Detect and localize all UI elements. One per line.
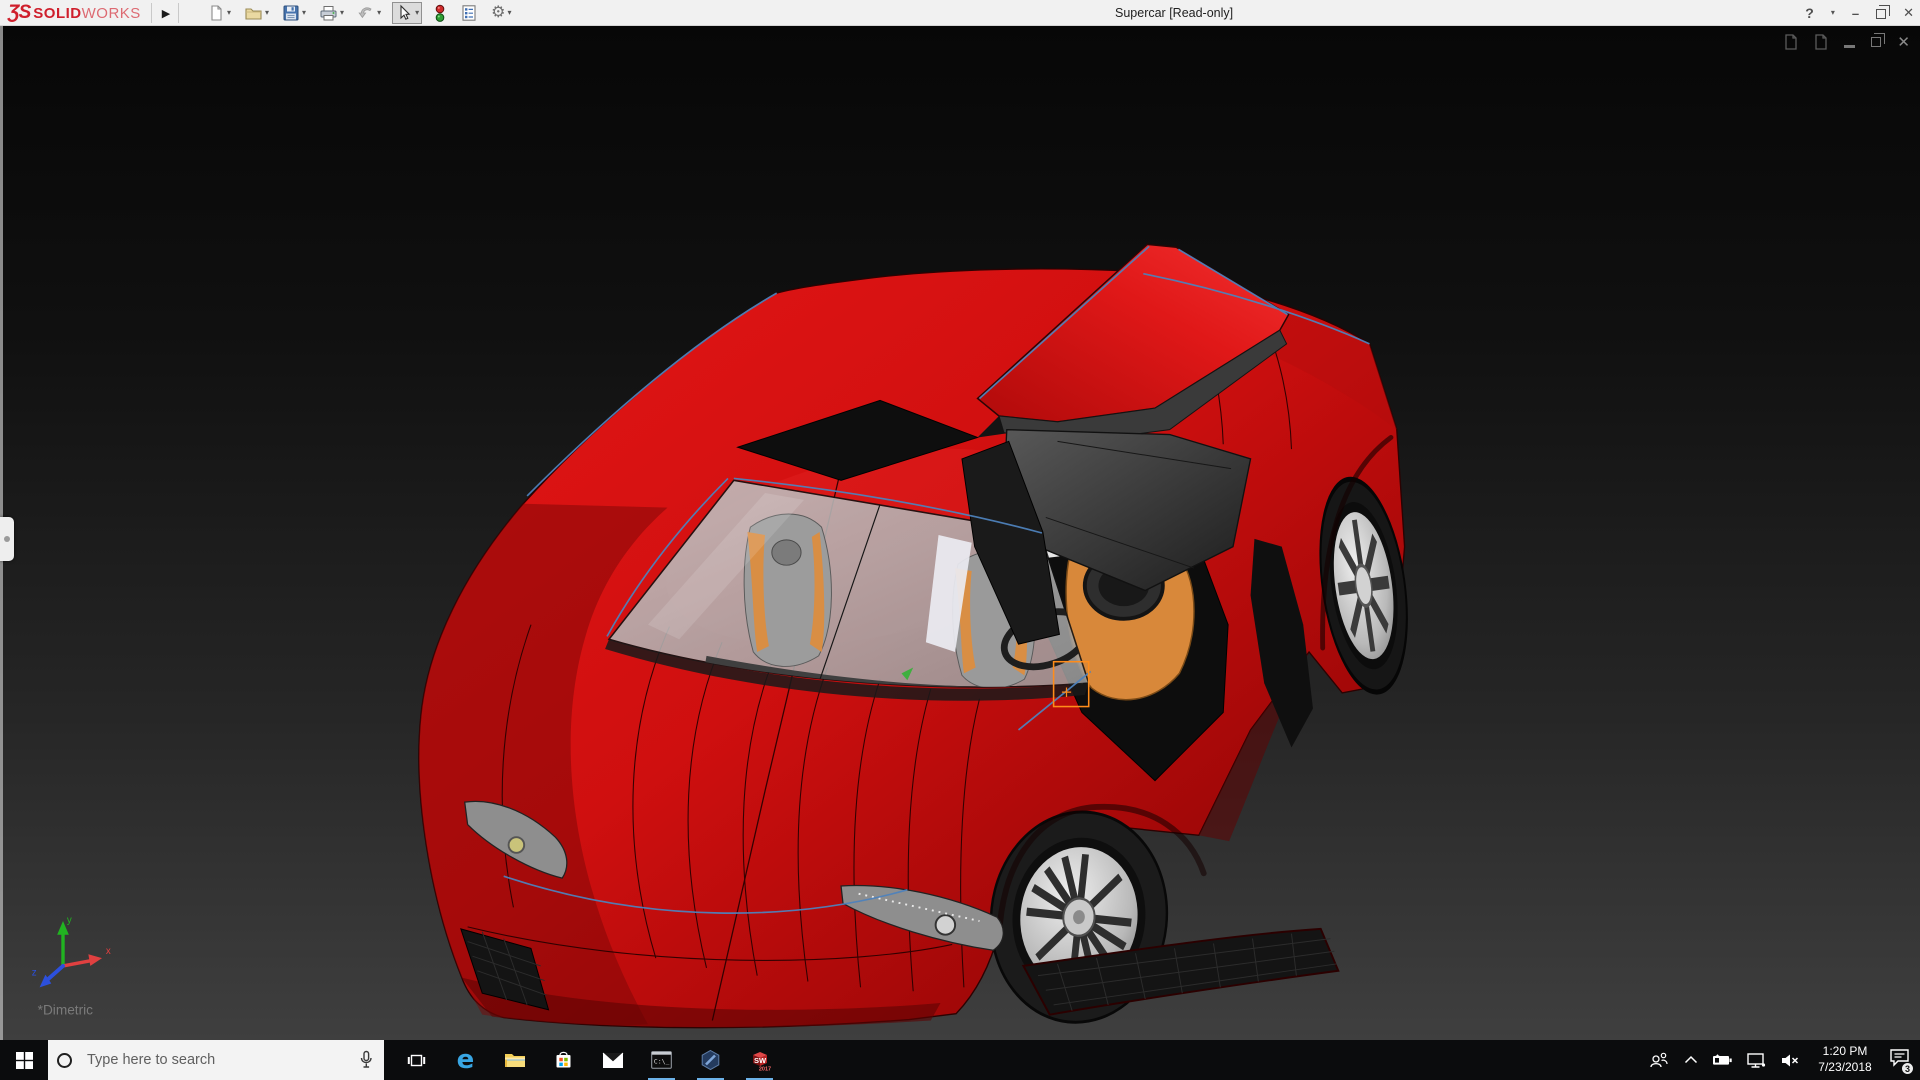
new-document-icon [207,4,225,22]
undo-icon [357,4,375,22]
command-prompt-icon: C:\_ [651,1051,672,1069]
open-button[interactable]: ▾ [242,2,271,24]
minimize-button[interactable]: – [1852,0,1859,26]
microsoft-store-icon [554,1050,573,1070]
dropdown-arrow[interactable]: ▾ [377,9,381,17]
solidworks-logo-light: WORKS [82,5,141,22]
cortana-icon [57,1053,72,1068]
toolbar-divider [151,3,152,23]
undo-button[interactable]: ▾ [355,2,383,24]
document-window-controls: ✕ [1784,34,1910,50]
headlight-right-lamp [936,915,956,935]
people-icon[interactable] [1648,1051,1670,1069]
volume-muted-icon[interactable] [1780,1052,1801,1069]
close-button[interactable]: ✕ [1903,0,1914,26]
restore-button[interactable] [1876,9,1886,19]
task-view-button[interactable] [392,1040,441,1080]
triad-z-label: z [32,968,37,979]
taskbar-edrawings-button[interactable] [686,1040,735,1080]
headlight-left-lamp [509,837,525,853]
search-input[interactable]: Type here to search [48,1040,384,1080]
print-icon [319,4,338,22]
chevron-up-icon[interactable] [1683,1052,1699,1068]
clock-date: 7/23/2018 [1814,1060,1876,1076]
file-properties-button[interactable] [458,2,480,24]
menu-flyout-button[interactable]: ▶ [157,0,175,26]
rebuild-traffic-light-icon [433,4,447,23]
triad-y-label: y [67,915,72,926]
edge-icon: e [457,1047,475,1073]
new-document-button[interactable]: ▾ [205,2,233,24]
file-explorer-icon [504,1051,526,1069]
selection-crosshair: + [1060,684,1072,701]
orientation-triad: x y z [32,915,111,987]
taskbar-file-explorer-button[interactable] [490,1040,539,1080]
panel-tab-knob [4,536,10,542]
edrawings-hexagon-icon [700,1049,721,1071]
solidworks-logo-mark: ƷS [8,2,30,24]
rebuild-button[interactable] [431,2,449,24]
action-center-button[interactable]: 3 [1889,1048,1910,1072]
task-view-icon [407,1051,426,1070]
solidworks-logo: ƷS SOLID WORKS [8,0,141,26]
car-model-supercar[interactable]: + x y z *Dimetric [0,26,1920,1040]
dropdown-arrow[interactable]: ▾ [415,9,419,17]
clock-time: 1:20 PM [1814,1044,1876,1060]
title-bar: ƷS SOLID WORKS ▶ ▾ ▾ [0,0,1920,26]
taskbar-clock[interactable]: 1:20 PM 7/23/2018 [1814,1044,1876,1075]
gear-icon: ⚙ [491,5,505,21]
start-button[interactable] [0,1040,48,1080]
windows-logo-icon [16,1052,33,1069]
save-icon [282,4,300,22]
network-icon[interactable] [1746,1052,1767,1069]
dropdown-arrow[interactable]: ▾ [302,9,306,17]
document-restore-button[interactable] [1871,37,1881,47]
svg-text:C:\_: C:\_ [654,1058,670,1066]
mail-icon [602,1052,624,1069]
view-orientation-label: *Dimetric [38,1003,94,1018]
dropdown-arrow[interactable]: ▾ [265,9,269,17]
help-dropdown-arrow[interactable]: ▾ [1831,9,1835,17]
document-minimize-button[interactable] [1844,45,1855,48]
print-button[interactable]: ▾ [317,2,346,24]
window-title: Supercar [Read-only] [1115,0,1233,26]
svg-text:2017: 2017 [758,1067,770,1073]
document-icon[interactable] [1784,34,1798,50]
quick-access-toolbar: ▾ ▾ ▾ ▾ [205,0,513,26]
search-placeholder: Type here to search [87,1052,358,1068]
file-properties-icon [460,4,478,22]
triad-x-label: x [106,946,111,957]
graphics-viewport[interactable]: + x y z *Dimetric ✕ [0,26,1920,1040]
system-tray: 1:20 PM 7/23/2018 3 [1648,1040,1920,1080]
help-button[interactable]: ? [1805,0,1814,26]
open-folder-icon [244,4,263,22]
taskbar-command-prompt-button[interactable]: C:\_ [637,1040,686,1080]
solidworks-2017-icon: SW 2017 [748,1048,772,1072]
dropdown-arrow[interactable]: ▾ [340,9,344,17]
battery-icon[interactable] [1712,1052,1733,1068]
select-button[interactable]: ▾ [392,2,422,24]
taskbar-edge-button[interactable]: e [441,1040,490,1080]
dropdown-arrow[interactable]: ▾ [227,9,231,17]
notification-badge: 3 [1901,1062,1914,1075]
document-close-button[interactable]: ✕ [1897,35,1910,50]
taskbar-apps: e [392,1040,784,1080]
select-cursor-icon [395,4,413,22]
options-button[interactable]: ⚙ ▾ [489,2,513,24]
dropdown-arrow[interactable]: ▾ [507,9,511,17]
toolbar-divider [178,3,179,23]
microphone-icon[interactable] [358,1050,374,1070]
save-button[interactable]: ▾ [280,2,308,24]
document-icon[interactable] [1814,34,1828,50]
windows-taskbar: Type here to search e [0,1040,1920,1080]
solidworks-logo-bold: SOLID [33,5,81,22]
panel-expand-tab[interactable] [0,517,14,561]
window-controls: ? ▾ – ✕ [1805,0,1914,26]
taskbar-microsoft-store-button[interactable] [539,1040,588,1080]
taskbar-mail-button[interactable] [588,1040,637,1080]
svg-text:SW: SW [753,1056,766,1065]
taskbar-solidworks-button[interactable]: SW 2017 [735,1040,784,1080]
